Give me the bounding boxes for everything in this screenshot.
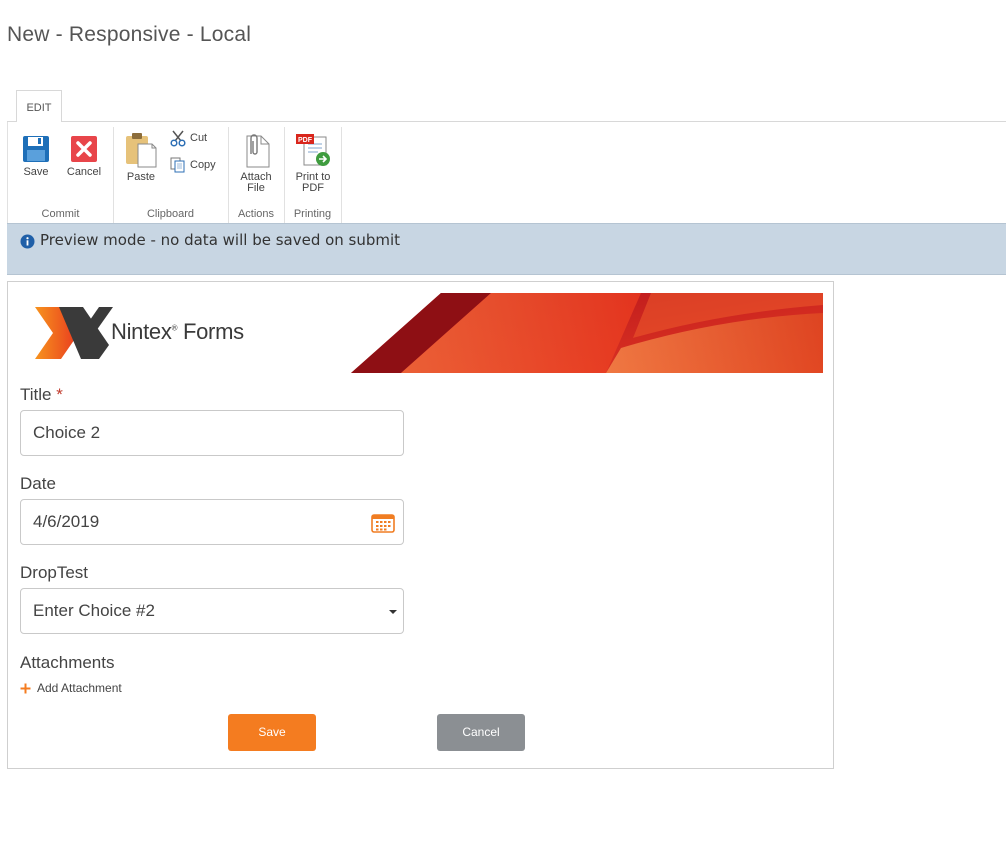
brand-wordmark: Nintex® Forms xyxy=(111,319,244,345)
ribbon-group-printing: PDF Print to PDF Printing xyxy=(284,127,342,223)
close-icon xyxy=(71,136,97,162)
attachments-label: Attachments xyxy=(20,653,115,672)
add-attachment-link[interactable]: Add Attachment xyxy=(20,681,122,695)
info-icon xyxy=(20,234,35,249)
droptest-value: Enter Choice #2 xyxy=(33,601,155,620)
pdf-badge-text: PDF xyxy=(298,137,313,144)
registered-mark: ® xyxy=(171,323,178,333)
plus-icon xyxy=(20,683,31,693)
caret-down-icon xyxy=(389,610,397,614)
nintex-form: Nintex® Forms Title * Choice 2 Date 4/6/… xyxy=(7,281,834,769)
title-label: Title * xyxy=(20,385,63,405)
attach-file-icon xyxy=(246,134,270,168)
ribbon-cancel-button[interactable]: Cancel xyxy=(64,135,104,178)
clipboard-paste-icon xyxy=(126,133,157,168)
ribbon-copy-label: Copy xyxy=(190,159,216,171)
ribbon-save-label: Save xyxy=(23,166,49,178)
form-cancel-button[interactable]: Cancel xyxy=(437,714,525,751)
ribbon-print-pdf-button[interactable]: PDF Print to PDF xyxy=(290,132,336,194)
floppy-disk-icon xyxy=(23,136,49,162)
form-banner: Nintex® Forms xyxy=(21,293,823,373)
date-value: 4/6/2019 xyxy=(33,512,100,531)
calendar-icon[interactable] xyxy=(371,513,395,533)
title-input[interactable]: Choice 2 xyxy=(20,410,404,456)
ribbon-copy-button[interactable]: Copy xyxy=(169,156,216,174)
ribbon-group-commit: Save Cancel Commit xyxy=(8,127,114,223)
ribbon-group-actions: Attach File Actions xyxy=(228,127,285,223)
ribbon-group-clipboard: Paste Cut Copy Clipboard xyxy=(113,127,229,223)
preview-message: Preview mode - no data will be saved on … xyxy=(40,231,401,249)
droptest-label: DropTest xyxy=(20,563,89,582)
brand-name: Nintex xyxy=(111,319,172,344)
ribbon-cut-label: Cut xyxy=(190,132,208,144)
droptest-select[interactable]: Enter Choice #2 xyxy=(20,588,404,634)
ribbon-paste-button[interactable]: Paste xyxy=(121,132,161,183)
page-title: New - Responsive - Local xyxy=(7,23,252,46)
ribbon-print-label-2: PDF xyxy=(302,182,324,194)
title-label-text: Title xyxy=(20,385,52,404)
ribbon-save-button[interactable]: Save xyxy=(18,135,54,178)
required-mark: * xyxy=(56,385,63,404)
product-name: Forms xyxy=(182,319,244,344)
preview-mode-bar: Preview mode - no data will be saved on … xyxy=(7,223,1006,275)
scissors-icon xyxy=(170,130,186,147)
date-input[interactable]: 4/6/2019 xyxy=(20,499,404,545)
ribbon-group-label: Actions xyxy=(237,208,275,220)
copy-icon xyxy=(170,157,185,173)
ribbon-attach-file-button[interactable]: Attach File xyxy=(236,132,276,194)
ribbon-cut-button[interactable]: Cut xyxy=(169,129,207,147)
ribbon-group-label: Commit xyxy=(41,208,80,220)
ribbon-group-label: Printing xyxy=(293,208,332,220)
tab-edit[interactable]: EDIT xyxy=(16,90,62,122)
pdf-print-icon: PDF xyxy=(296,134,330,166)
date-label: Date xyxy=(20,474,56,493)
form-save-button[interactable]: Save xyxy=(228,714,316,751)
ribbon-group-label: Clipboard xyxy=(146,208,195,220)
ribbon-paste-label: Paste xyxy=(126,171,156,183)
ribbon: Save Cancel Commit Paste Cut Copy Clipbo… xyxy=(7,122,1006,223)
ribbon-attach-label-2: File xyxy=(247,182,265,194)
add-attachment-label: Add Attachment xyxy=(37,681,122,695)
ribbon-cancel-label: Cancel xyxy=(66,166,102,178)
